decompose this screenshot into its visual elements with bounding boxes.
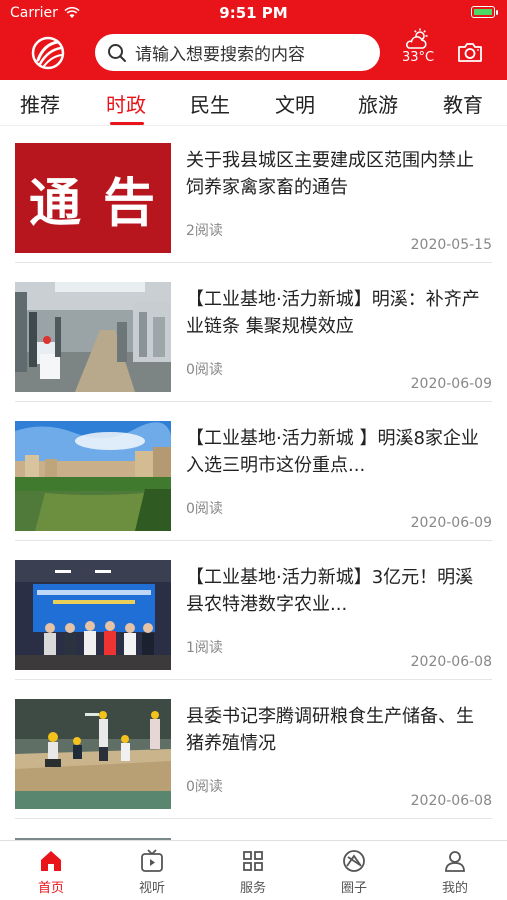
news-item[interactable]: 【工业基地·活力新城】明溪：补齐产业链条 集聚规模效应 0阅读 2020-06-…: [0, 282, 507, 421]
nav-home-label: 首页: [37, 881, 64, 896]
news-item[interactable]: 【工业基地·活力新城 】明溪8家企业入选三明市这份重点... 0阅读 2020-…: [0, 421, 507, 560]
search-placeholder: 请输入想要搜索的内容: [135, 45, 305, 65]
battery-icon: [471, 6, 498, 18]
divider: [15, 401, 492, 402]
read-count: 1阅读: [186, 640, 223, 656]
publish-date: 2020-06-09: [410, 515, 492, 531]
news-title: 关于我县城区主要建成区范围内禁止饲养家禽家畜的通告: [186, 150, 474, 198]
nav-services-label: 服务: [239, 881, 266, 896]
weather-widget[interactable]: 33°C: [398, 28, 438, 65]
divider: [15, 679, 492, 680]
news-item[interactable]: 通 告 关于我县城区主要建成区范围内禁止饲养家禽家畜的通告 2阅读 2020-0…: [0, 143, 507, 282]
nav-home[interactable]: 首页: [16, 847, 86, 896]
clock: 9:51 PM: [219, 4, 288, 22]
news-item[interactable]: 【工业基地·活力新城】3亿元！明溪县农特港数字农业... 1阅读 2020-06…: [0, 560, 507, 699]
tab-tourism[interactable]: 旅游: [358, 89, 398, 118]
tab-livelihood[interactable]: 民生: [190, 89, 230, 118]
camera-icon[interactable]: [456, 40, 484, 64]
read-count: 0阅读: [186, 779, 223, 795]
status-bar: Carrier 9:51 PM: [0, 0, 507, 26]
read-count: 2阅读: [186, 223, 223, 239]
news-thumbnail: [15, 282, 171, 392]
news-thumbnail: [15, 421, 171, 531]
tv-icon: [141, 849, 163, 872]
user-icon: [445, 851, 465, 872]
tab-recommend[interactable]: 推荐: [20, 89, 60, 118]
nav-media-label: 视听: [138, 881, 165, 896]
news-title: 【工业基地·活力新城】3亿元！明溪县农特港数字农业...: [186, 567, 474, 615]
temperature-label: 33°C: [401, 50, 435, 65]
divider: [15, 818, 492, 819]
sun-cloud-icon: [405, 28, 428, 49]
news-title: 【工业基地·活力新城】明溪：补齐产业链条 集聚规模效应: [186, 289, 480, 337]
news-thumbnail: 通 告: [15, 143, 171, 253]
news-thumbnail: [15, 699, 171, 809]
publish-date: 2020-06-09: [410, 376, 492, 392]
read-count: 0阅读: [186, 501, 223, 517]
nav-circle-label: 圈子: [340, 881, 367, 896]
nav-profile-label: 我的: [441, 881, 468, 896]
tab-education[interactable]: 教育: [443, 89, 483, 118]
nav-circle[interactable]: 圈子: [319, 847, 389, 896]
category-tabs: 推荐 时政 民生 文明 旅游 教育: [0, 80, 507, 126]
publish-date: 2020-06-08: [410, 654, 492, 670]
app-logo[interactable]: [30, 36, 66, 70]
nav-profile[interactable]: 我的: [420, 847, 490, 896]
notice-thumbnail-text: 通 告: [28, 173, 158, 234]
nav-services[interactable]: 服务: [218, 847, 288, 896]
news-title: 【工业基地·活力新城 】明溪8家企业入选三明市这份重点...: [186, 428, 479, 476]
tab-politics[interactable]: 时政: [106, 89, 146, 118]
news-item[interactable]: 县委书记李腾调研粮食生产储备、生猪养殖情况 0阅读 2020-06-08: [0, 699, 507, 838]
active-tab-indicator: [110, 122, 144, 125]
divider: [15, 540, 492, 541]
bottom-nav: 首页 视听 服务 圈子 我的: [0, 840, 507, 900]
home-icon: [41, 851, 61, 871]
news-title: 县委书记李腾调研粮食生产储备、生猪养殖情况: [186, 706, 474, 754]
read-count: 0阅读: [186, 362, 223, 378]
news-thumbnail: [15, 560, 171, 670]
nav-media[interactable]: 视听: [117, 847, 187, 896]
publish-date: 2020-05-15: [410, 237, 492, 253]
search-input[interactable]: 请输入想要搜索的内容: [95, 34, 380, 71]
top-header: Carrier 9:51 PM 请输入想要搜索的内容 33°C: [0, 0, 507, 80]
divider: [15, 262, 492, 263]
grid-icon: [243, 851, 263, 871]
circle-icon: [343, 850, 365, 872]
publish-date: 2020-06-08: [410, 793, 492, 809]
tab-civilization[interactable]: 文明: [275, 89, 315, 118]
search-icon: [108, 43, 126, 62]
